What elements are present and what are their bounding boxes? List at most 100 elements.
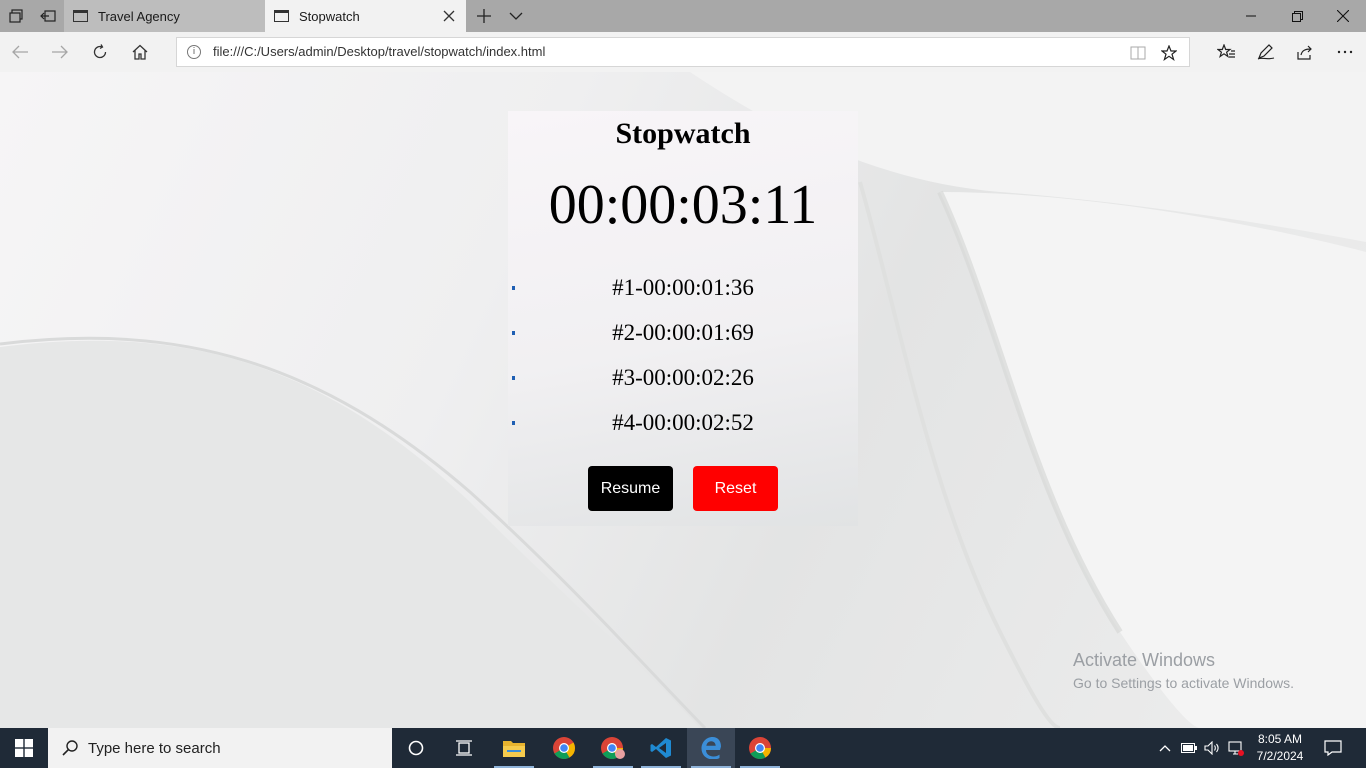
battery-button[interactable]: [1178, 728, 1200, 768]
tab-list-button[interactable]: [500, 0, 532, 32]
home-button[interactable]: [122, 36, 158, 68]
favorites-hub-button[interactable]: [1208, 36, 1244, 68]
close-icon[interactable]: [442, 9, 456, 23]
watermark-title: Activate Windows: [1073, 650, 1216, 670]
restore-button[interactable]: [1274, 0, 1320, 32]
restore-icon: [1291, 10, 1303, 22]
navigation-bar: i file:///C:/Users/admin/Desktop/travel/…: [0, 32, 1366, 72]
page-title: Stopwatch: [615, 117, 751, 150]
forward-button[interactable]: [42, 36, 78, 68]
home-icon: [132, 44, 148, 60]
watermark-subtitle: Go to Settings to activate Windows.: [1073, 675, 1294, 691]
vscode-button[interactable]: [637, 728, 685, 768]
chevron-down-icon: [509, 12, 523, 20]
network-icon: [1228, 741, 1244, 756]
resume-button[interactable]: Resume: [588, 466, 673, 511]
more-button[interactable]: [1327, 36, 1363, 68]
clock-time: 8:05 AM: [1257, 732, 1303, 746]
search-icon: [62, 740, 78, 756]
chrome-icon: [749, 737, 771, 759]
page-icon: [73, 10, 88, 22]
windows-logo-icon: [15, 739, 33, 757]
activation-watermark: Activate Windows Go to Settings to activ…: [1073, 650, 1294, 691]
lap-item: #1-00:00:01:36: [508, 273, 858, 318]
tab-stopwatch[interactable]: Stopwatch: [265, 0, 466, 32]
volume-button[interactable]: [1201, 728, 1223, 768]
tab-bar: Travel Agency Stopwatch: [0, 0, 1366, 32]
folder-icon: [503, 741, 525, 757]
address-bar[interactable]: i file:///C:/Users/admin/Desktop/travel/…: [176, 37, 1190, 67]
tab-label: Travel Agency: [98, 8, 180, 24]
lap-time: #4-00:00:02:52: [612, 410, 754, 435]
edge-button[interactable]: [687, 728, 735, 768]
show-hidden-icons-button[interactable]: [1154, 728, 1176, 768]
page-icon: [274, 10, 289, 22]
tab-preview-icon: [9, 9, 23, 23]
lap-item: #3-00:00:02:26: [508, 363, 858, 408]
reset-button[interactable]: Reset: [693, 466, 778, 511]
share-icon: [1297, 45, 1312, 60]
list-bullet: [512, 331, 515, 335]
chrome-button[interactable]: [540, 728, 588, 768]
star-icon: [1161, 45, 1177, 61]
time-display: 00:00:03:11: [548, 174, 818, 236]
search-placeholder: Type here to search: [88, 739, 221, 757]
more-icon: [1337, 50, 1353, 54]
new-tab-button[interactable]: [468, 0, 500, 32]
stopwatch-card: Stopwatch 00:00:03:11 #1-00:00:01:36 #2-…: [508, 111, 858, 526]
list-bullet: [512, 286, 515, 290]
file-explorer-button[interactable]: [490, 728, 538, 768]
clock-date: 7/2/2024: [1256, 749, 1304, 763]
web-note-button[interactable]: [1248, 36, 1284, 68]
network-button[interactable]: [1225, 728, 1247, 768]
tab-preview-button[interactable]: [0, 0, 32, 32]
tab-travel-agency[interactable]: Travel Agency: [64, 0, 265, 32]
list-bullet: [512, 421, 515, 425]
lap-item: #2-00:00:01:69: [508, 318, 858, 363]
cortana-button[interactable]: [392, 728, 440, 768]
reading-view-icon: [1130, 46, 1146, 60]
taskbar: Type here to search 8:05 AM 7/2/2024: [0, 728, 1366, 768]
list-bullet: [512, 376, 515, 380]
tabs-aside-button[interactable]: [32, 0, 64, 32]
chrome-icon: [553, 737, 575, 759]
url-text[interactable]: file:///C:/Users/admin/Desktop/travel/st…: [213, 38, 545, 66]
cortana-icon: [408, 740, 424, 756]
refresh-icon: [93, 44, 107, 59]
refresh-button[interactable]: [82, 36, 118, 68]
taskbar-clock[interactable]: 8:05 AM 7/2/2024: [1246, 731, 1314, 765]
favorite-button[interactable]: [1158, 43, 1180, 63]
taskbar-search[interactable]: Type here to search: [48, 728, 392, 768]
lap-time: #3-00:00:02:26: [612, 365, 754, 390]
battery-icon: [1181, 743, 1197, 753]
tab-label: Stopwatch: [299, 8, 360, 24]
lap-time: #2-00:00:01:69: [612, 320, 754, 345]
arrow-left-icon: [12, 45, 28, 59]
chrome-profile-icon: [601, 737, 625, 759]
task-view-icon: [456, 740, 472, 756]
chrome-window-button[interactable]: [736, 728, 784, 768]
lap-time: #1-00:00:01:36: [612, 275, 754, 300]
back-button[interactable]: [2, 36, 38, 68]
task-view-button[interactable]: [440, 728, 488, 768]
minimize-icon: [1246, 15, 1256, 17]
lap-list: #1-00:00:01:36 #2-00:00:01:69 #3-00:00:0…: [508, 273, 858, 453]
chrome-profile-button[interactable]: [589, 728, 637, 768]
lap-item: #4-00:00:02:52: [508, 408, 858, 453]
set-aside-icon: [40, 10, 56, 22]
edge-icon: [701, 737, 721, 759]
favorites-icon: [1217, 44, 1235, 58]
minimize-button[interactable]: [1228, 0, 1274, 32]
speaker-icon: [1204, 741, 1219, 755]
reading-view-button[interactable]: [1127, 43, 1149, 63]
start-button[interactable]: [0, 728, 48, 768]
page-viewport: Stopwatch 00:00:03:11 #1-00:00:01:36 #2-…: [0, 72, 1366, 728]
close-icon: [1337, 10, 1349, 22]
pen-icon: [1257, 44, 1275, 60]
vscode-icon: [650, 738, 671, 758]
share-button[interactable]: [1287, 36, 1323, 68]
close-window-button[interactable]: [1320, 0, 1366, 32]
arrow-right-icon: [52, 45, 68, 59]
info-icon[interactable]: i: [187, 45, 201, 59]
action-center-button[interactable]: [1320, 728, 1346, 768]
